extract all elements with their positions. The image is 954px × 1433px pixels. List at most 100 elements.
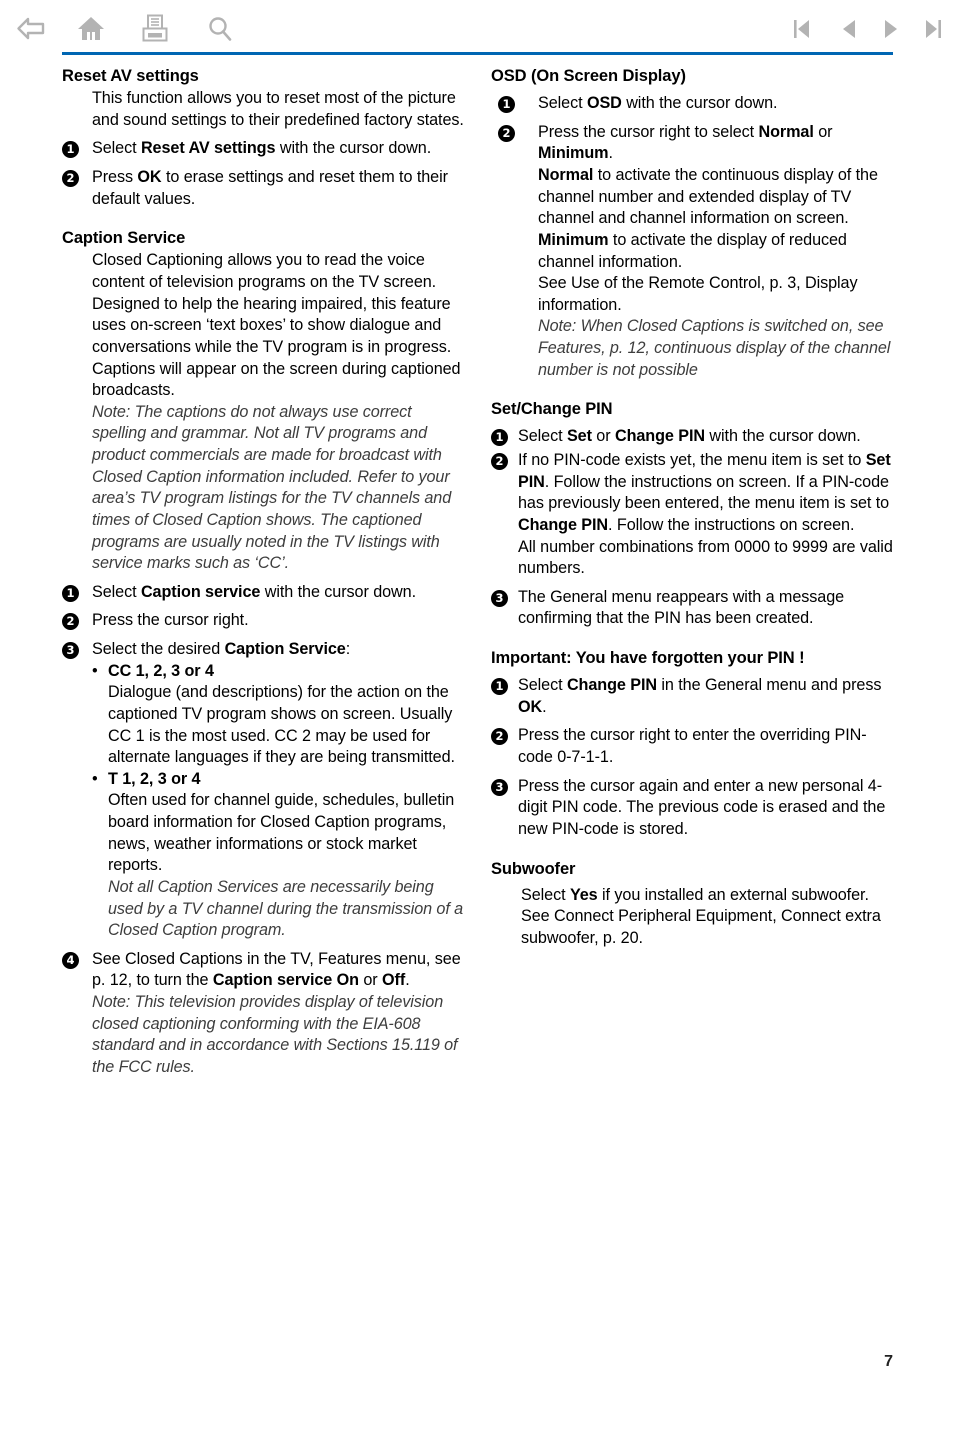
step-number-badge: 2 <box>62 170 79 187</box>
emphasis: OSD <box>586 94 622 113</box>
bullet-dot-icon: • <box>92 661 98 680</box>
sub-bullet-title: T 1, 2, 3 or 4 <box>108 769 201 788</box>
step-item: 4 See Closed Captions in the TV, Feature… <box>62 949 468 1079</box>
step-subline: Minimum to activate the display of reduc… <box>538 230 847 271</box>
print-icon[interactable] <box>138 12 172 46</box>
note-text: Note: This television provides display o… <box>92 993 458 1076</box>
left-column: Reset AV settings This function allows y… <box>62 66 468 1079</box>
section-caption-service: Caption Service Closed Captioning allows… <box>62 228 468 1078</box>
emphasis: Minimum <box>538 144 609 163</box>
step-number-badge: 2 <box>62 613 79 631</box>
sub-bullet-body: Dialogue (and descriptions) for the acti… <box>108 683 455 767</box>
emphasis: Yes <box>569 885 598 904</box>
emphasis: Caption service <box>140 582 261 601</box>
step-text: Press the cursor right to select Normal … <box>538 122 833 163</box>
section-heading: Important: You have forgotten your PIN ! <box>491 649 805 667</box>
sub-bullet-body: Often used for channel guide, schedules,… <box>108 791 455 875</box>
step-subline: See Use of the Remote Control, p. 3, Dis… <box>538 274 858 314</box>
step-number-badge: 2 <box>498 124 515 142</box>
home-icon[interactable] <box>74 12 108 46</box>
section-heading: Set/Change PIN <box>491 400 613 419</box>
paragraph: This function allows you to reset most o… <box>92 89 464 129</box>
first-page-icon[interactable] <box>787 14 817 44</box>
step-text: Select Set or Change PIN with the cursor… <box>518 427 861 446</box>
step-item: 3 The General menu reappears with a mess… <box>491 587 897 630</box>
emphasis: Change PIN <box>566 676 657 695</box>
next-page-icon[interactable] <box>875 14 905 44</box>
section-set-change-pin: Set/Change PIN 1 Select Set or Change PI… <box>491 399 897 630</box>
step-item: 1 Select OSD with the cursor down. <box>491 93 897 115</box>
step-item: 2 Press the cursor right to select Norma… <box>491 122 897 382</box>
step-text: Press the cursor right to enter the over… <box>518 726 867 766</box>
step-text: If no PIN-code exists yet, the menu item… <box>518 451 891 534</box>
section-heading: Caption Service <box>62 229 186 248</box>
sub-bullet: • T 1, 2, 3 or 4 <box>92 769 468 791</box>
emphasis: Set <box>566 427 592 446</box>
note-text: Note: The captions do not always use cor… <box>92 402 452 573</box>
note-text: Note: When Closed Captions is switched o… <box>538 317 891 379</box>
emphasis: Normal <box>538 166 594 184</box>
step-number-badge: 1 <box>491 429 508 447</box>
step-item: 1 Select Change PIN in the General menu … <box>491 675 897 718</box>
step-number-badge: 1 <box>62 141 79 159</box>
section-heading: Reset AV settings <box>62 67 199 85</box>
emphasis: Off <box>382 971 406 990</box>
emphasis: Change PIN <box>518 515 609 534</box>
section-heading: OSD (On Screen Display) <box>491 67 686 85</box>
step-text: Select Caption service with the cursor d… <box>92 582 416 601</box>
step-number-badge: 2 <box>491 728 508 746</box>
step-item: 3 Select the desired Caption Service: • … <box>62 639 468 942</box>
sub-bullet-title: CC 1, 2, 3 or 4 <box>108 661 214 680</box>
step-item: 2 If no PIN-code exists yet, the menu it… <box>491 450 897 580</box>
step-text: Select Change PIN in the General menu an… <box>518 676 882 716</box>
step-item: 1 Select Caption service with the cursor… <box>62 582 468 604</box>
emphasis: Caption service On <box>212 971 359 990</box>
section-reset-av-settings: Reset AV settings This function allows y… <box>62 66 468 210</box>
sub-bullet-note: Not all Caption Services are necessarily… <box>108 877 464 940</box>
step-subline: Normal to activate the continuous displa… <box>538 166 878 228</box>
step-text: Select Reset AV settings with the cursor… <box>92 139 432 158</box>
paragraph: Closed Captioning allows you to read the… <box>92 251 461 400</box>
right-column: OSD (On Screen Display) 1 Select OSD wit… <box>491 66 897 950</box>
step-text: Select OSD with the cursor down. <box>538 94 778 113</box>
emphasis: OK <box>518 697 543 716</box>
emphasis: Caption Service <box>224 640 346 658</box>
step-number-badge: 1 <box>62 584 79 602</box>
step-number-badge: 4 <box>62 951 79 969</box>
section-osd: OSD (On Screen Display) 1 Select OSD wit… <box>491 66 897 381</box>
step-item: 1 Select Reset AV settings with the curs… <box>62 138 468 160</box>
step-item: 2 Press the cursor right. <box>62 610 468 632</box>
back-icon[interactable] <box>14 12 48 46</box>
step-item: 3 Press the cursor again and enter a new… <box>491 776 897 841</box>
section-forgotten-pin: Important: You have forgotten your PIN !… <box>491 648 897 841</box>
step-text: Press the cursor right. <box>92 611 249 630</box>
step-number-badge: 3 <box>62 642 79 659</box>
step-number-badge: 3 <box>491 778 508 796</box>
emphasis: Reset AV settings <box>140 139 276 158</box>
toolbar <box>0 0 954 58</box>
section-subwoofer: Subwoofer Select Yes if you installed an… <box>491 859 897 950</box>
page-number: 7 <box>884 1353 893 1370</box>
step-number-badge: 1 <box>491 678 508 696</box>
last-page-icon[interactable] <box>918 14 948 44</box>
step-number-badge: 3 <box>491 589 508 607</box>
step-item: 2 Press OK to erase settings and reset t… <box>62 167 468 210</box>
step-text: The General menu reappears with a messag… <box>518 587 845 628</box>
step-number-badge: 1 <box>498 96 515 114</box>
bullet-dot-icon: • <box>92 769 98 788</box>
step-item: 2 Press the cursor right to enter the ov… <box>491 725 897 768</box>
step-text: See Closed Captions in the TV, Features … <box>92 949 461 990</box>
emphasis: Normal <box>758 122 814 141</box>
header-divider <box>62 52 893 55</box>
page-content: Reset AV settings This function allows y… <box>0 58 954 1433</box>
emphasis: OK <box>137 168 162 186</box>
step-text: Select the desired Caption Service: <box>92 640 351 658</box>
step-text: Press the cursor again and enter a new p… <box>518 776 886 838</box>
search-icon[interactable] <box>203 12 237 46</box>
paragraph: Select Yes if you installed an external … <box>521 885 881 947</box>
previous-page-icon[interactable] <box>835 14 865 44</box>
step-number-badge: 2 <box>491 453 508 470</box>
step-item: 1 Select Set or Change PIN with the curs… <box>491 426 897 448</box>
sub-bullet: • CC 1, 2, 3 or 4 <box>92 661 468 683</box>
emphasis: Change PIN <box>614 427 706 446</box>
